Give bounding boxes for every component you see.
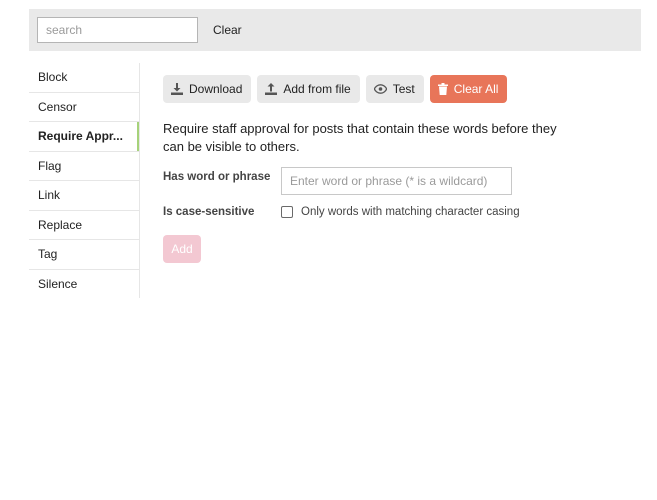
test-button[interactable]: Test [365,75,424,103]
sidebar-item-block[interactable]: Block [29,63,139,93]
eye-icon [373,84,387,94]
action-sidebar: Block Censor Require Appr... Flag Link R… [29,63,140,298]
search-bar: Clear [29,9,641,51]
word-input[interactable] [281,167,512,195]
clear-all-button[interactable]: Clear All [429,75,508,103]
search-input[interactable] [37,17,198,43]
sidebar-item-tag[interactable]: Tag [29,240,139,270]
sidebar-item-replace[interactable]: Replace [29,211,139,240]
action-description: Require staff approval for posts that co… [163,121,557,154]
download-button[interactable]: Download [163,75,252,103]
case-sensitive-text: Only words with matching character casin… [301,206,520,218]
add-from-file-label: Add from file [283,82,351,96]
case-sensitive-label: Is case-sensitive [163,206,255,218]
sidebar-item-flag[interactable]: Flag [29,152,139,181]
add-from-file-button[interactable]: Add from file [257,75,360,103]
sidebar-item-require-approval[interactable]: Require Appr... [29,122,139,152]
add-word-button[interactable]: Add [163,235,201,263]
sidebar-item-censor[interactable]: Censor [29,93,139,122]
trash-icon [437,83,448,95]
download-label: Download [189,82,243,96]
case-sensitive-option: Only words with matching character casin… [281,206,520,218]
clear-all-label: Clear All [453,82,499,96]
upload-icon [265,83,278,95]
clear-search-button[interactable]: Clear [205,17,250,43]
sidebar-item-silence[interactable]: Silence [29,270,139,300]
test-label: Test [392,82,415,96]
sidebar-item-link[interactable]: Link [29,181,139,211]
toolbar: Download Add from file Test Clear All [163,75,508,103]
case-sensitive-checkbox[interactable] [281,206,293,218]
download-icon [171,83,183,95]
word-field-label: Has word or phrase [163,171,271,183]
